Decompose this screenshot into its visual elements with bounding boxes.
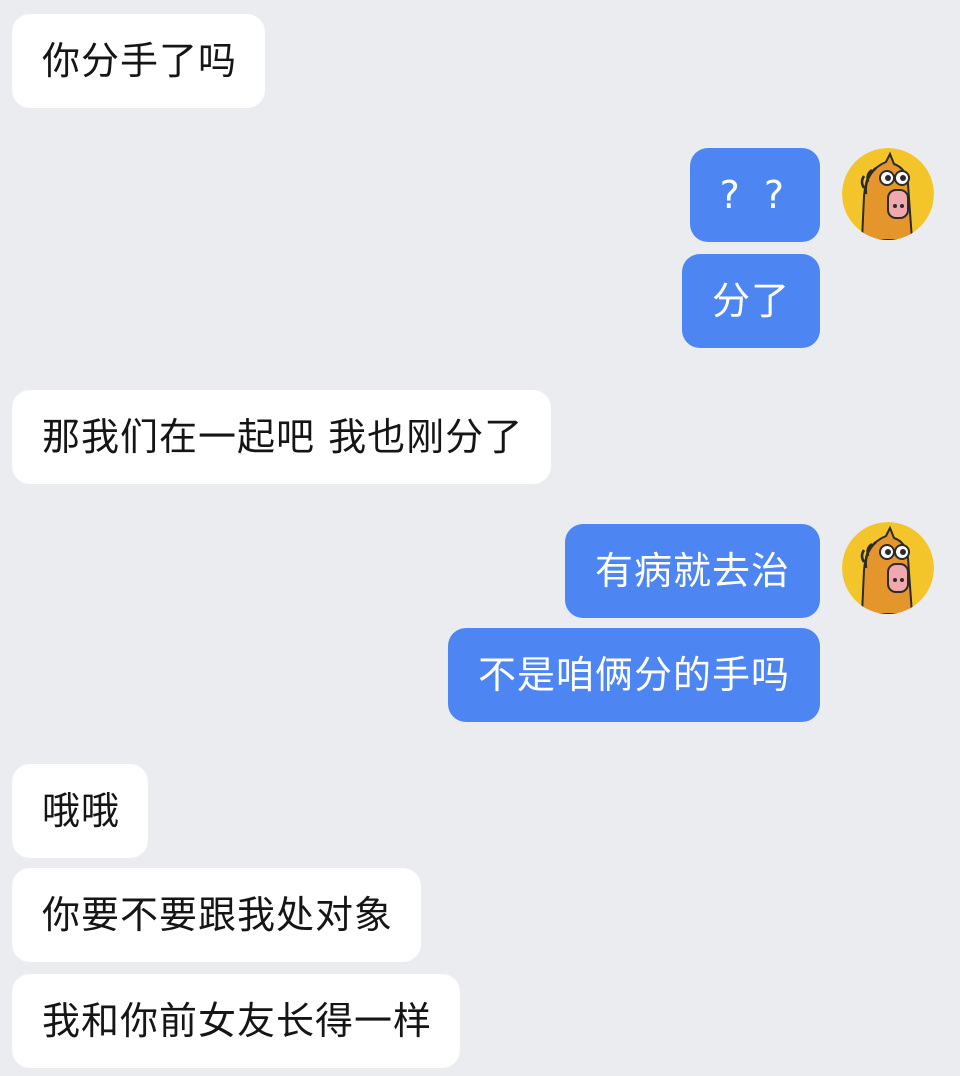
horse-avatar-icon [842, 522, 934, 614]
message-bubble-outgoing[interactable]: 分了 [681, 254, 820, 348]
message-bubble-incoming[interactable]: 你分手了吗 [12, 14, 266, 108]
message-bubble-outgoing[interactable]: 有病就去治 [564, 524, 820, 618]
message-bubble-incoming[interactable]: 我和你前女友长得一样 [12, 974, 461, 1068]
message-bubble-incoming[interactable]: 那我们在一起吧 我也刚分了 [12, 390, 552, 484]
horse-avatar-icon [842, 148, 934, 240]
message-bubble-outgoing[interactable]: 不是咱俩分的手吗 [447, 628, 820, 722]
message-bubble-incoming[interactable]: 哦哦 [12, 764, 149, 858]
my-avatar[interactable] [842, 148, 934, 240]
message-bubble-outgoing[interactable]: ? ? [689, 148, 820, 242]
message-bubble-incoming[interactable]: 你要不要跟我处对象 [12, 868, 422, 962]
my-avatar[interactable] [842, 522, 934, 614]
